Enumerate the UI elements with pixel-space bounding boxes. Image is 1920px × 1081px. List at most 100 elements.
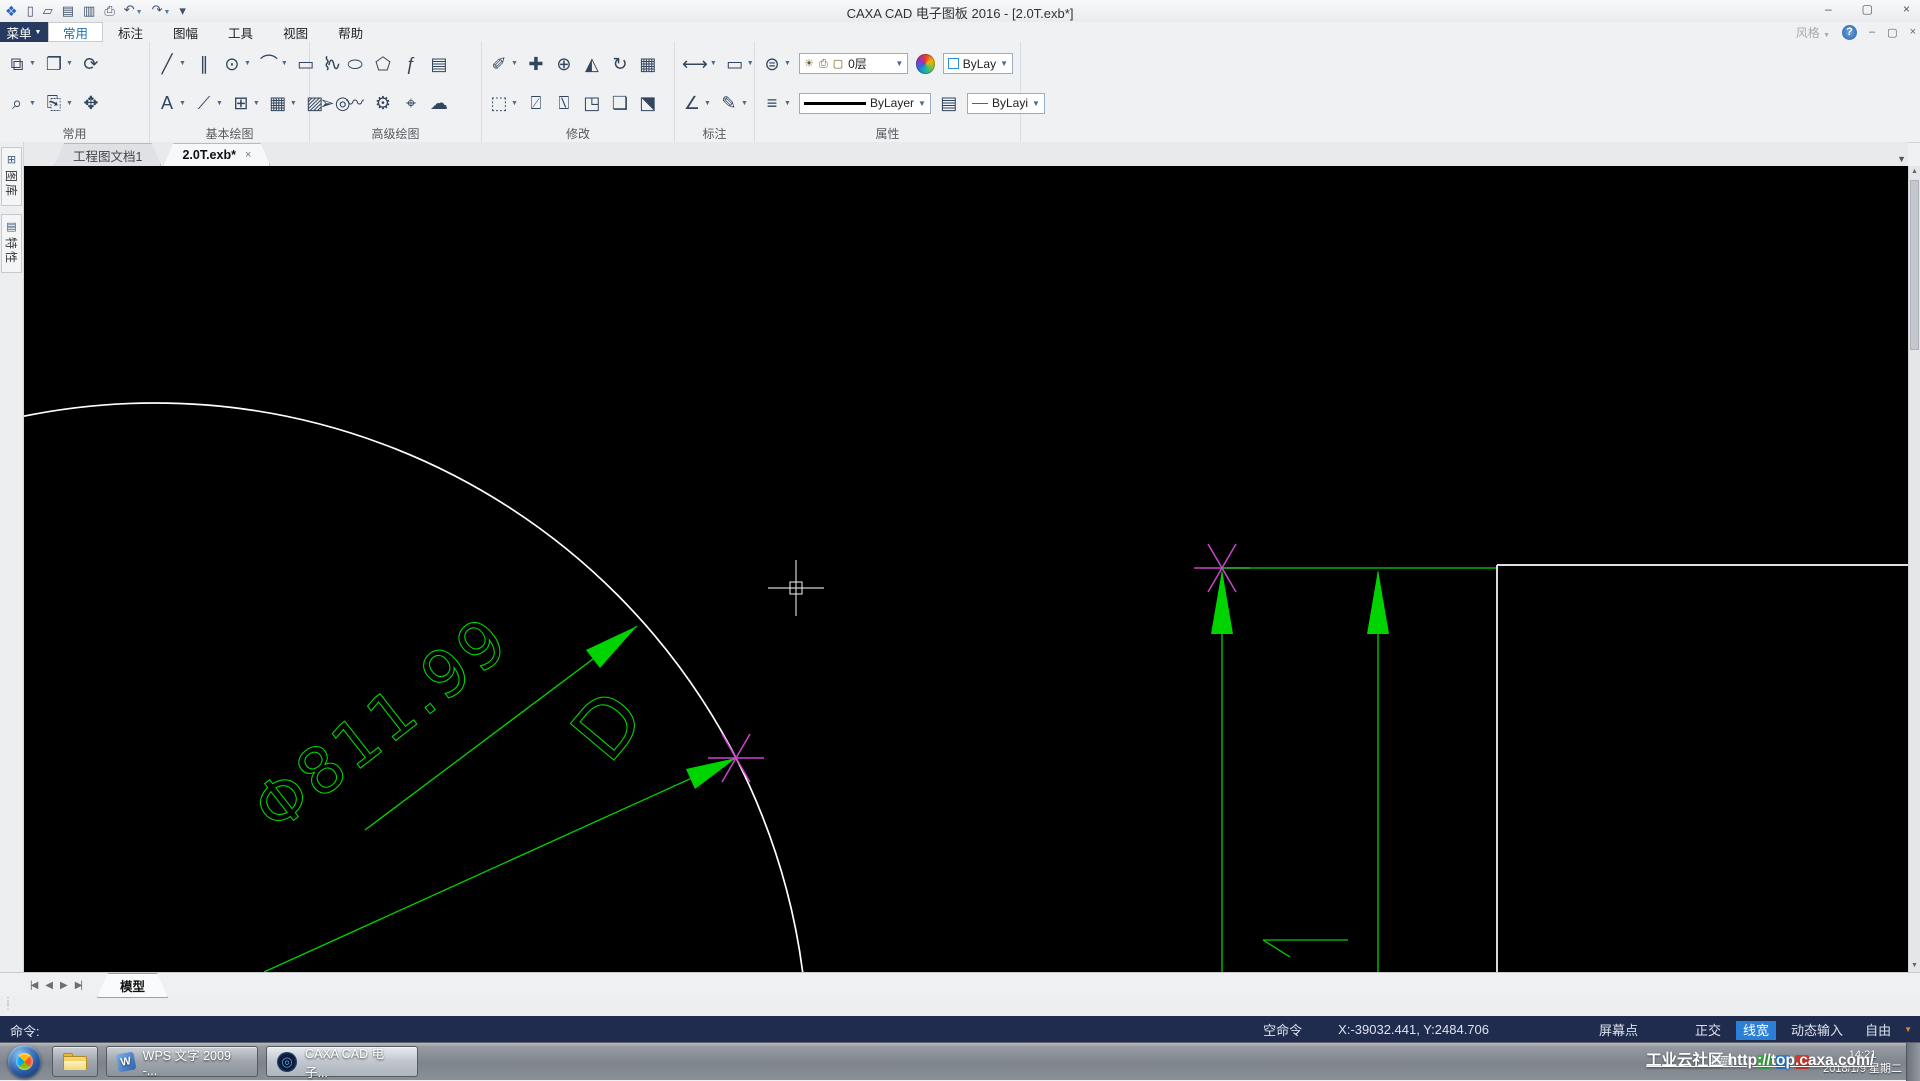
- text-button[interactable]: A▼: [157, 94, 186, 112]
- menu-tab-图幅[interactable]: 图幅: [158, 22, 213, 42]
- customize-toolbar-icon[interactable]: ▾: [179, 1, 186, 21]
- parallel-line-button[interactable]: ∥: [194, 55, 214, 73]
- save-file-icon[interactable]: ▤: [62, 1, 74, 21]
- extend-button[interactable]: ⍂: [554, 94, 574, 112]
- color-combo[interactable]: ByLay▼: [943, 53, 1013, 74]
- menu-tab-标注[interactable]: 标注: [103, 22, 158, 42]
- last-sheet-button[interactable]: ▶|: [75, 980, 81, 991]
- format-painter-button[interactable]: ⎘▼: [44, 94, 73, 112]
- color-wheel-icon[interactable]: [916, 54, 934, 74]
- explode-button[interactable]: ❏: [610, 94, 630, 112]
- pan-button[interactable]: ✥: [81, 94, 101, 112]
- document-close-button[interactable]: ×: [1910, 26, 1916, 39]
- linetype-combo[interactable]: ByLayi▼: [967, 93, 1045, 114]
- document-tab[interactable]: 2.0T.exb*×: [163, 143, 270, 166]
- restore-button[interactable]: ▢: [1862, 2, 1873, 16]
- tab-model[interactable]: 模型: [97, 973, 168, 998]
- print-icon[interactable]: ⎙: [104, 1, 114, 21]
- toggle-线宽[interactable]: 线宽: [1736, 1021, 1776, 1040]
- arc-button[interactable]: ⌒▼: [259, 55, 288, 73]
- copy-button[interactable]: ❐▼: [44, 55, 73, 73]
- polygon-button[interactable]: ⬠: [373, 55, 393, 73]
- taskbar-caxa-button[interactable]: ◎CAXA CAD 电子...: [266, 1046, 418, 1077]
- formula-curve-button[interactable]: ƒ: [401, 55, 421, 73]
- document-tab[interactable]: 工程图文档1: [54, 143, 161, 166]
- resize-grip[interactable]: ⋮⋮: [3, 999, 13, 1009]
- lineweight-button[interactable]: ≡▼: [762, 94, 791, 112]
- table-button[interactable]: ▦▼: [268, 94, 297, 112]
- hole-shaft-button[interactable]: ⌖: [401, 94, 421, 112]
- stretch-button[interactable]: ⬔: [638, 94, 658, 112]
- edit-dimension-button[interactable]: ✎▼: [719, 94, 748, 112]
- minimize-button[interactable]: –: [1825, 2, 1832, 16]
- scroll-down-icon[interactable]: ▼: [1909, 960, 1920, 972]
- point-button[interactable]: ⟋▼: [194, 94, 223, 112]
- letter-annotation[interactable]: D: [555, 674, 663, 778]
- mirror-button[interactable]: ◭: [582, 55, 602, 73]
- dimension-button[interactable]: ⟷▼: [682, 55, 717, 73]
- polyline-button[interactable]: ⌇: [317, 55, 337, 73]
- start-button[interactable]: [8, 1045, 41, 1078]
- circle-button[interactable]: ⊙▼: [222, 55, 251, 73]
- paste-button[interactable]: ⧉▼: [7, 55, 36, 73]
- line-button[interactable]: ╱▼: [157, 55, 186, 73]
- drawing-frame-button[interactable]: ▭▼: [725, 55, 754, 73]
- menu-tab-视图[interactable]: 视图: [268, 22, 323, 42]
- leader-arrow[interactable]: [1263, 940, 1348, 957]
- lineweight-combo[interactable]: ByLayer▼: [799, 93, 931, 114]
- toggle-自由[interactable]: 自由: [1858, 1021, 1898, 1040]
- drawing-canvas[interactable]: Φ811.99 D: [24, 166, 1908, 972]
- show-desktop-button[interactable]: [1906, 1043, 1920, 1081]
- wave-line-button[interactable]: 〰: [345, 94, 365, 112]
- open-file-icon[interactable]: ▱: [43, 1, 53, 21]
- close-button[interactable]: ×: [1903, 2, 1910, 16]
- next-sheet-button[interactable]: ▶: [60, 980, 66, 991]
- status-dropdown-icon[interactable]: ▼: [1904, 1025, 1912, 1034]
- style-dropdown[interactable]: 风格 ▼: [1796, 24, 1830, 41]
- app-logo-icon[interactable]: ❖: [5, 1, 18, 21]
- status-screen-point[interactable]: 屏幕点: [1599, 1020, 1638, 1039]
- sidebar-tab-图库[interactable]: ⊞图库: [1, 147, 22, 206]
- menu-tab-工具[interactable]: 工具: [213, 22, 268, 42]
- redo-icon[interactable]: ↷▼: [152, 0, 171, 23]
- taskbar-explorer-button[interactable]: [52, 1046, 98, 1077]
- trim-button[interactable]: ⍁: [526, 94, 546, 112]
- layer-settings-button[interactable]: ⊜▼: [762, 55, 791, 73]
- tab-list-dropdown[interactable]: ▼: [1897, 154, 1906, 164]
- menu-tab-常用[interactable]: 常用: [48, 22, 103, 42]
- copy-object-button[interactable]: ⊕: [554, 55, 574, 73]
- dimension-text[interactable]: Φ811.99: [240, 602, 524, 846]
- rotate-button[interactable]: ↻: [610, 55, 630, 73]
- taskbar-wps-button[interactable]: WWPS 文字 2009 -...: [106, 1046, 258, 1077]
- close-tab-icon[interactable]: ×: [245, 149, 251, 161]
- erase-button[interactable]: ✐▼: [489, 55, 518, 73]
- toggle-正交[interactable]: 正交: [1688, 1021, 1728, 1040]
- hatch-style-button[interactable]: ▤: [939, 94, 959, 112]
- block-button[interactable]: ⊞▼: [231, 94, 260, 112]
- ellipse-button[interactable]: ⬭: [345, 55, 365, 73]
- scroll-up-icon[interactable]: ▲: [1909, 166, 1920, 178]
- document-restore-button[interactable]: ▢: [1887, 26, 1897, 39]
- layer-combo[interactable]: ☀ ⎙ ▢0层▼: [799, 53, 908, 74]
- revision-cloud-button[interactable]: ☁: [429, 94, 449, 112]
- menu-button[interactable]: 菜单▼: [0, 22, 48, 42]
- gear-button[interactable]: ⚙: [373, 94, 393, 112]
- help-icon[interactable]: ?: [1842, 25, 1857, 40]
- scale-button[interactable]: ⬚▼: [489, 94, 518, 112]
- scrollbar-thumb[interactable]: [1910, 180, 1919, 350]
- prev-sheet-button[interactable]: ◀: [45, 980, 51, 991]
- array-button[interactable]: ▦: [638, 55, 658, 73]
- regenerate-button[interactable]: ⟳: [81, 55, 101, 73]
- move-button[interactable]: ✚: [526, 55, 546, 73]
- break-button[interactable]: ◳: [582, 94, 602, 112]
- save-all-icon[interactable]: ▥: [83, 1, 95, 21]
- undo-icon[interactable]: ↶▼: [124, 0, 143, 23]
- menu-tab-帮助[interactable]: 帮助: [323, 22, 378, 42]
- zoom-button[interactable]: ⌕▼: [7, 94, 36, 112]
- canvas-scrollbar[interactable]: ▲ ▼: [1908, 166, 1920, 972]
- arrow-button[interactable]: ➢: [317, 94, 337, 112]
- toggle-动态输入[interactable]: 动态输入: [1784, 1021, 1850, 1040]
- first-sheet-button[interactable]: |◀: [30, 980, 36, 991]
- angle-dimension-button[interactable]: ∠▼: [682, 94, 711, 112]
- command-prompt[interactable]: 命令:: [10, 1021, 40, 1040]
